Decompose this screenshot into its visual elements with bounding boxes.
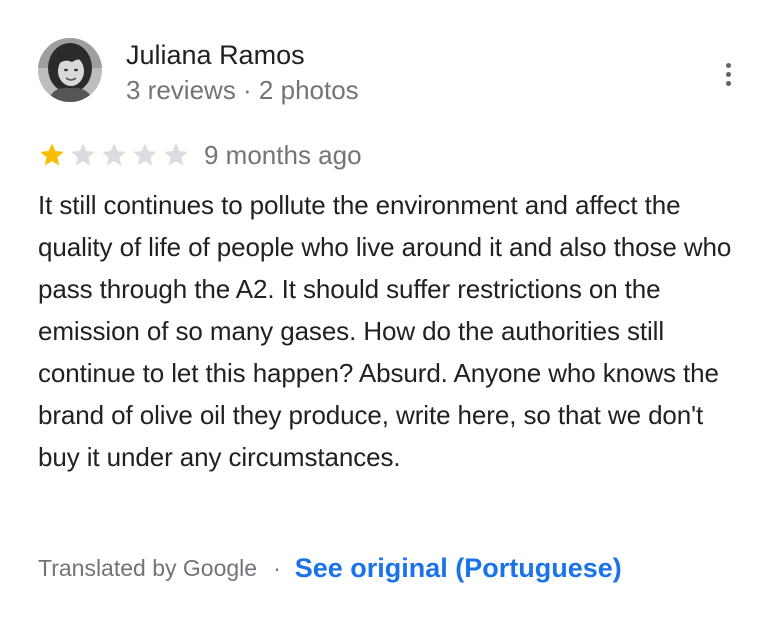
profile-photo-icon	[38, 38, 102, 102]
star-empty-icon	[133, 143, 157, 166]
star-rating	[38, 141, 193, 169]
more-vert-icon	[725, 62, 731, 68]
review-card: Juliana Ramos 3 reviews · 2 photos 9 mon…	[0, 0, 764, 630]
avatar[interactable]	[38, 38, 102, 102]
author-name[interactable]: Juliana Ramos	[126, 38, 305, 72]
author-meta[interactable]: 3 reviews · 2 photos	[126, 74, 359, 106]
more-vert-icon-dot	[725, 80, 731, 86]
star-empty-icon	[102, 143, 126, 166]
star-empty-icon	[164, 143, 188, 166]
star-empty-icon	[71, 143, 95, 166]
see-original-link[interactable]: See original (Portuguese)	[295, 553, 622, 584]
separator-dot: ·	[273, 554, 281, 581]
review-date: 9 months ago	[204, 139, 362, 170]
more-options-button[interactable]	[712, 58, 744, 90]
translation-row: Translated by Google · See original (Por…	[38, 548, 622, 588]
review-text: It still continues to pollute the enviro…	[38, 190, 732, 472]
rating-row: 9 months ago	[38, 138, 362, 172]
more-vert-icon-dot	[725, 71, 731, 77]
translated-by-label: Translated by Google	[38, 554, 258, 581]
star-filled-icon	[40, 143, 64, 166]
